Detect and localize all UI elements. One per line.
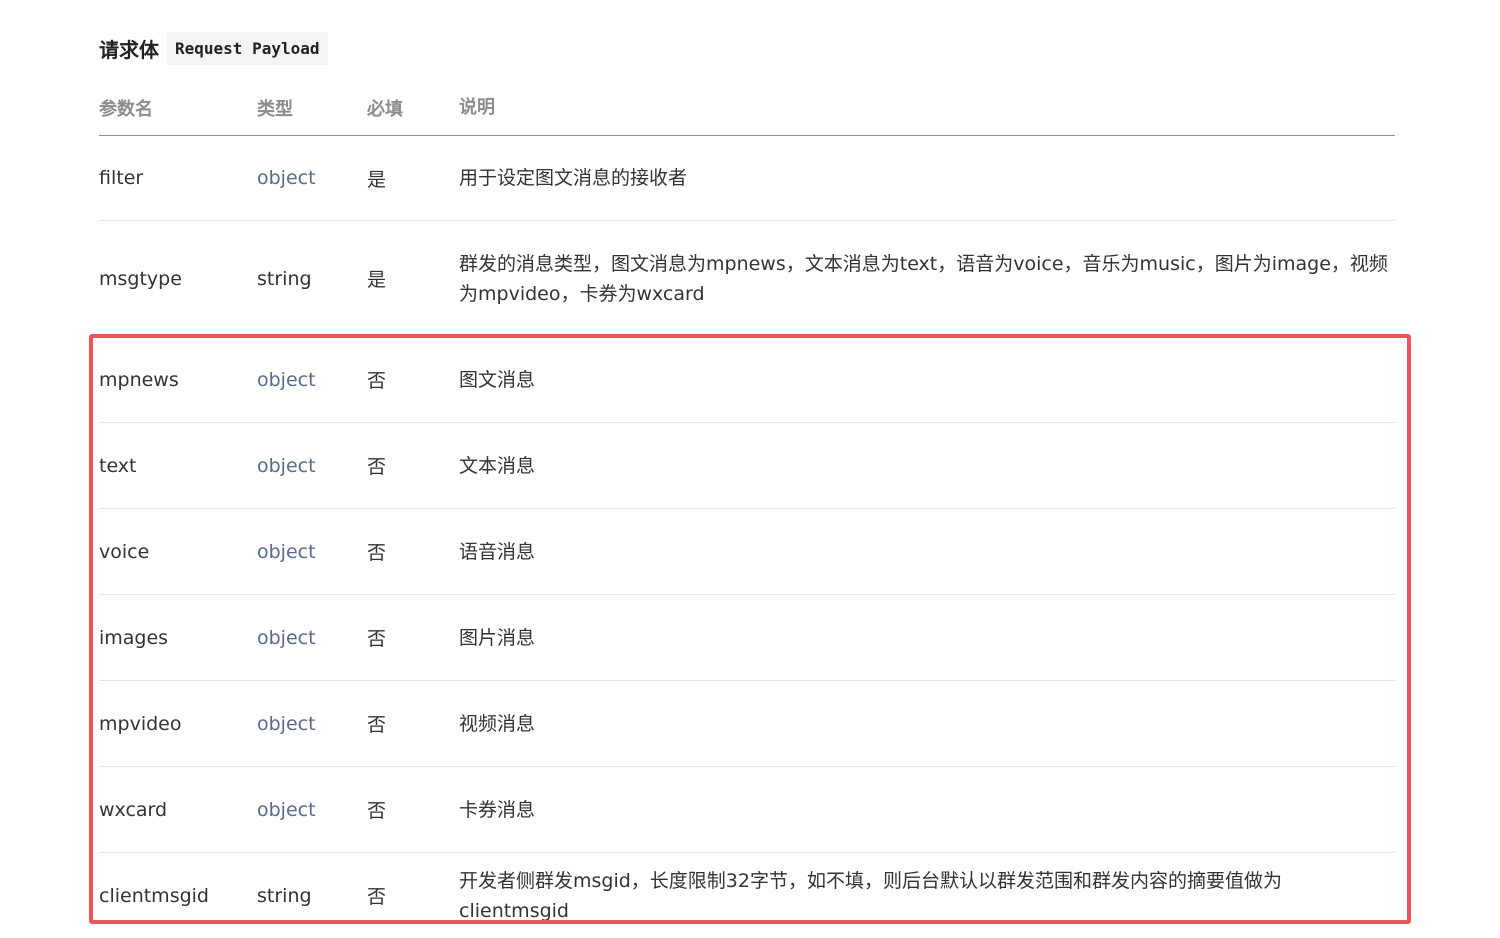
table-row-wxcard: wxcard object 否 卡券消息 bbox=[99, 767, 1395, 853]
table-header: 参数名 类型 必填 说明 bbox=[99, 80, 1395, 136]
param-name: text bbox=[99, 454, 137, 477]
table-row-msgtype: msgtype string 是 群发的消息类型，图文消息为mpnews，文本消… bbox=[99, 221, 1395, 337]
params-table: 参数名 类型 必填 说明 filter object 是 用于设定图文消息的接收… bbox=[99, 80, 1395, 938]
table-row-mpnews: mpnews object 否 图文消息 bbox=[99, 337, 1395, 423]
section-code-label: Request Payload bbox=[167, 31, 328, 65]
param-name: voice bbox=[99, 540, 150, 563]
param-description: 群发的消息类型，图文消息为mpnews，文本消息为text，语音为voice，音… bbox=[459, 252, 1388, 305]
param-name: mpnews bbox=[99, 368, 179, 391]
table-row-voice: voice object 否 语音消息 bbox=[99, 509, 1395, 595]
table-row-mpvideo: mpvideo object 否 视频消息 bbox=[99, 681, 1395, 767]
param-name: filter bbox=[99, 167, 144, 189]
param-type-link[interactable]: object bbox=[257, 455, 367, 477]
param-type-link[interactable]: object bbox=[257, 369, 367, 391]
param-required: 否 bbox=[367, 628, 387, 650]
table-row-clientmsgid: clientmsgid string 否 开发者侧群发msgid，长度限制32字… bbox=[99, 853, 1395, 938]
param-description: 图片消息 bbox=[459, 626, 536, 649]
param-name: msgtype bbox=[99, 267, 182, 290]
header-required: 必填 bbox=[367, 98, 403, 120]
param-type-link[interactable]: object bbox=[257, 713, 367, 735]
param-description: 图文消息 bbox=[459, 368, 536, 391]
param-required: 是 bbox=[367, 168, 387, 191]
param-type-link[interactable]: object bbox=[257, 799, 367, 821]
param-description: 语音消息 bbox=[459, 540, 536, 563]
param-required: 否 bbox=[367, 800, 387, 822]
param-required: 否 bbox=[367, 886, 387, 908]
section-heading: 请求体 Request Payload bbox=[99, 30, 328, 66]
param-type: string bbox=[257, 267, 312, 290]
table-row-text: text object 否 文本消息 bbox=[99, 423, 1395, 509]
param-required: 否 bbox=[367, 714, 387, 736]
param-required: 否 bbox=[367, 370, 387, 392]
param-name: clientmsgid bbox=[99, 884, 209, 907]
param-description: 开发者侧群发msgid，长度限制32字节，如不填，则后台默认以群发范围和群发内容… bbox=[459, 869, 1282, 922]
param-type-link[interactable]: object bbox=[257, 167, 367, 189]
table-row-filter: filter object 是 用于设定图文消息的接收者 bbox=[99, 136, 1395, 221]
param-description: 文本消息 bbox=[459, 454, 536, 477]
header-type: 类型 bbox=[257, 98, 293, 120]
table-row-images: images object 否 图片消息 bbox=[99, 595, 1395, 681]
header-description: 说明 bbox=[459, 96, 495, 118]
param-description: 视频消息 bbox=[459, 712, 536, 735]
param-description: 用于设定图文消息的接收者 bbox=[459, 167, 688, 189]
param-type-link[interactable]: object bbox=[257, 541, 367, 563]
param-name: wxcard bbox=[99, 798, 168, 821]
param-name: images bbox=[99, 626, 169, 649]
param-required: 否 bbox=[367, 456, 387, 478]
section-title: 请求体 bbox=[99, 37, 159, 62]
param-type-link[interactable]: object bbox=[257, 627, 367, 649]
header-name: 参数名 bbox=[99, 98, 153, 120]
param-description: 卡券消息 bbox=[459, 798, 536, 821]
param-required: 否 bbox=[367, 542, 387, 564]
param-type: string bbox=[257, 884, 312, 907]
param-name: mpvideo bbox=[99, 712, 182, 735]
param-required: 是 bbox=[367, 269, 387, 291]
